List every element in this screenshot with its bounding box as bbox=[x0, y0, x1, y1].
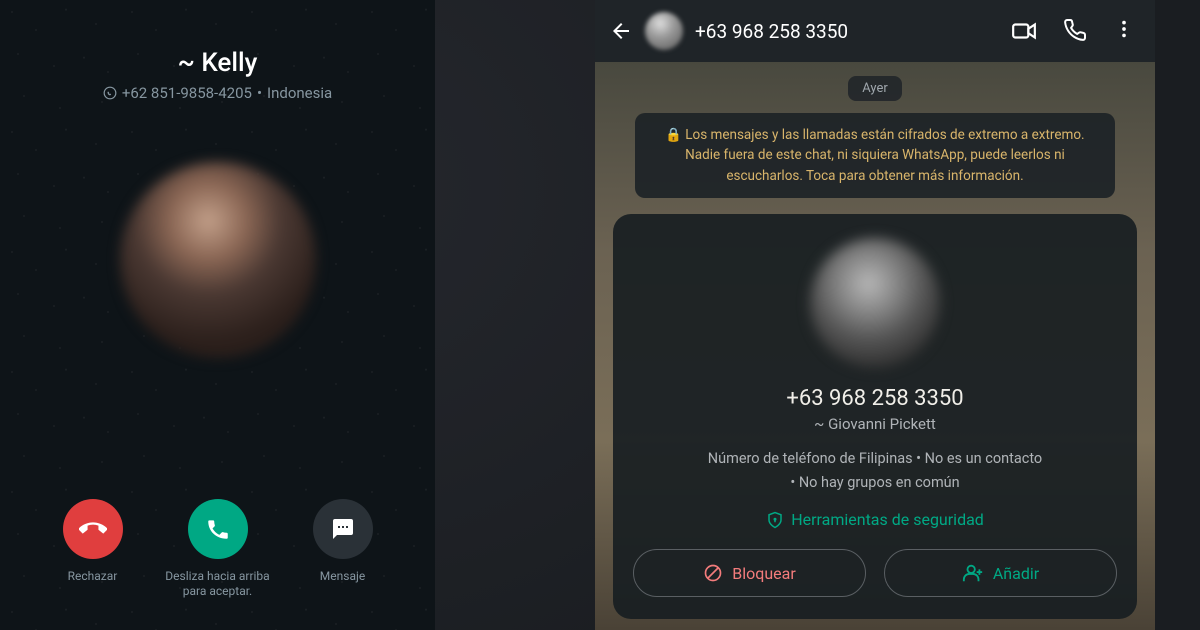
block-icon bbox=[703, 563, 723, 583]
topbar-phone-number[interactable]: +63 968 258 3350 bbox=[695, 20, 999, 43]
message-icon bbox=[331, 517, 355, 541]
phone-icon bbox=[1063, 18, 1087, 42]
unknown-contact-card: +63 968 258 3350 ~ Giovanni Pickett Núme… bbox=[613, 214, 1137, 619]
more-options-button[interactable] bbox=[1113, 18, 1135, 44]
decline-group: Rechazar bbox=[38, 499, 148, 600]
message-group: Mensaje bbox=[288, 499, 398, 600]
accept-call-button[interactable] bbox=[188, 499, 248, 559]
caller-phone: +62 851-9858-4205 bbox=[122, 84, 252, 102]
phone-icon bbox=[205, 516, 231, 542]
back-button[interactable] bbox=[609, 19, 633, 43]
video-icon bbox=[1011, 18, 1037, 44]
shield-icon bbox=[766, 511, 784, 529]
add-contact-button[interactable]: Añadir bbox=[884, 549, 1117, 597]
accept-label: Desliza hacia arriba para aceptar. bbox=[163, 569, 273, 600]
voice-call-button[interactable] bbox=[1063, 18, 1087, 44]
more-vertical-icon bbox=[1113, 18, 1135, 40]
accept-group: Desliza hacia arriba para aceptar. bbox=[163, 499, 273, 600]
topbar-avatar[interactable] bbox=[645, 12, 683, 50]
lock-icon: 🔒 bbox=[665, 127, 682, 143]
security-tools-link[interactable]: Herramientas de seguridad bbox=[766, 510, 984, 529]
caller-name: ~ Kelly bbox=[103, 48, 332, 78]
topbar-actions bbox=[1011, 18, 1141, 44]
contact-avatar[interactable] bbox=[810, 238, 940, 368]
arrow-left-icon bbox=[609, 19, 633, 43]
whatsapp-icon bbox=[103, 86, 117, 100]
contact-display-name: ~ Giovanni Pickett bbox=[814, 415, 936, 433]
decline-label: Rechazar bbox=[68, 569, 118, 585]
contact-phone-number: +63 968 258 3350 bbox=[786, 386, 963, 411]
message-label: Mensaje bbox=[320, 569, 365, 585]
add-contact-icon bbox=[962, 562, 984, 584]
call-actions-row: Rechazar Desliza hacia arriba para acept… bbox=[0, 499, 435, 600]
date-chip: Ayer bbox=[848, 76, 902, 101]
caller-avatar[interactable] bbox=[120, 162, 316, 358]
contact-action-buttons: Bloquear Añadir bbox=[633, 549, 1117, 597]
caller-country: Indonesia bbox=[267, 84, 332, 102]
chat-body: Ayer 🔒Los mensajes y las llamadas están … bbox=[595, 62, 1155, 630]
caller-subtitle: +62 851-9858-4205 • Indonesia bbox=[103, 84, 332, 102]
encryption-notice[interactable]: 🔒Los mensajes y las llamadas están cifra… bbox=[635, 113, 1115, 198]
block-contact-button[interactable]: Bloquear bbox=[633, 549, 866, 597]
call-header: ~ Kelly +62 851-9858-4205 • Indonesia bbox=[103, 48, 332, 102]
chat-top-bar: +63 968 258 3350 bbox=[595, 0, 1155, 62]
chat-screen: +63 968 258 3350 Ayer 🔒Los mensajes y la… bbox=[595, 0, 1155, 630]
video-call-button[interactable] bbox=[1011, 18, 1037, 44]
incoming-call-screen: ~ Kelly +62 851-9858-4205 • Indonesia Re… bbox=[0, 0, 435, 630]
message-button[interactable] bbox=[313, 499, 373, 559]
contact-info-text: Número de teléfono de Filipinas • No es … bbox=[708, 447, 1042, 496]
phone-hangup-icon bbox=[79, 515, 107, 543]
decline-call-button[interactable] bbox=[63, 499, 123, 559]
